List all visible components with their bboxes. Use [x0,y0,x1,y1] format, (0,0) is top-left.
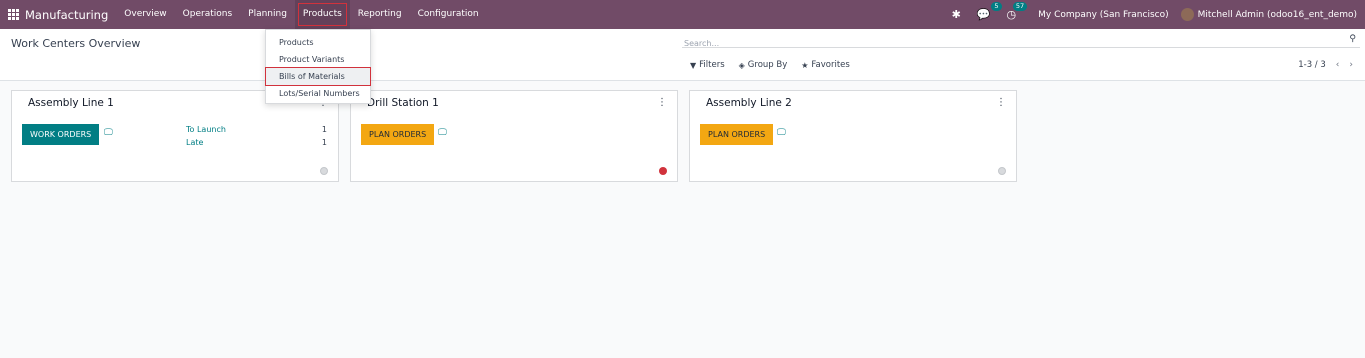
avatar [1180,8,1194,21]
dropdown-item-products[interactable]: Products [266,34,370,51]
menu-reporting[interactable]: Reporting [350,0,410,29]
company-switcher[interactable]: My Company (San Francisco) [1038,10,1168,20]
group-by-button[interactable]: ◈ Group By [739,60,788,70]
menu-overview[interactable]: Overview [116,0,174,29]
activities-badge: 57 [1012,2,1028,11]
status-dot[interactable] [998,167,1006,175]
plan-orders-button[interactable]: PLAN ORDERS [361,124,435,145]
favorites-button[interactable]: ★ Favorites [801,60,850,70]
search-bar: ⚲ [682,31,1360,51]
card-title: Assembly Line 2 [706,97,792,109]
menu-configuration[interactable]: Configuration [410,0,487,29]
stat-value-to-launch[interactable]: 1 [322,125,327,134]
kebab-menu-icon[interactable]: ⋮ [657,97,667,108]
app-name[interactable]: Manufacturing [25,8,108,22]
layers-icon: ◈ [738,60,745,70]
search-options: ▼ Filters ◈ Group By ★ Favorites [690,60,864,70]
messages-badge: 5 [991,2,1002,11]
products-dropdown: Products Product Variants Bills of Mater… [265,29,371,104]
chevron-right-icon[interactable]: › [1349,60,1353,70]
search-input[interactable] [682,36,1332,51]
bug-icon[interactable]: ✱ [952,8,961,21]
user-menu[interactable]: Mitchell Admin (odoo16_ent_demo) [1180,8,1357,21]
stat-label-late[interactable]: Late [186,138,203,147]
star-icon: ★ [801,60,809,70]
dropdown-item-bills-of-materials[interactable]: Bills of Materials [265,67,371,86]
stat-value-late[interactable]: 1 [322,138,327,147]
monitor-icon[interactable]: 🖵 [777,128,786,138]
workcenter-card[interactable]: Assembly Line 2 ⋮ PLAN ORDERS 🖵 [689,90,1017,182]
work-orders-button[interactable]: WORK ORDERS [22,124,100,145]
card-title: Drill Station 1 [367,97,439,109]
plan-orders-button[interactable]: PLAN ORDERS [700,124,774,145]
status-dot[interactable] [320,167,328,175]
control-panel: Work Centers Overview ⚲ ▼Filters ◈Group … [0,29,1365,81]
pager-value[interactable]: 1-3 / 3 [1298,60,1326,70]
workcenter-card[interactable]: Drill Station 1 ⋮ PLAN ORDERS 🖵 [350,90,678,182]
dropdown-item-product-variants[interactable]: Product Variants [266,51,370,68]
navbar-systray: ✱ 💬 5 ◷ 57 My Company (San Francisco) Mitc… [944,0,1365,29]
status-dot[interactable] [659,167,667,175]
main-menu: Overview Operations Planning Products Re… [116,0,486,29]
page-title: Work Centers Overview [11,37,141,50]
messages-icon[interactable]: 💬 5 [977,2,1002,21]
filters-button[interactable]: ▼ Filters [690,60,725,70]
stat-label-to-launch[interactable]: To Launch [186,125,226,134]
activities-icon[interactable]: ◷ 57 [1007,2,1028,21]
monitor-icon[interactable]: 🖵 [104,128,113,138]
menu-planning[interactable]: Planning [240,0,295,29]
chevron-left-icon[interactable]: ‹ [1336,60,1340,70]
user-name: Mitchell Admin (odoo16_ent_demo) [1197,9,1357,20]
apps-grid-icon[interactable] [7,9,19,21]
pager: 1-3 / 3 ‹ › [1298,60,1353,70]
menu-products[interactable]: Products [294,0,350,29]
dropdown-item-lots-serial-numbers[interactable]: Lots/Serial Numbers [266,85,370,102]
menu-operations[interactable]: Operations [175,0,240,29]
filter-icon: ▼ [690,60,697,70]
card-title: Assembly Line 1 [28,97,114,109]
monitor-icon[interactable]: 🖵 [438,128,447,138]
kebab-menu-icon[interactable]: ⋮ [996,97,1006,108]
search-icon[interactable]: ⚲ [1349,34,1356,44]
top-navbar: Manufacturing Overview Operations Planni… [0,0,1365,29]
